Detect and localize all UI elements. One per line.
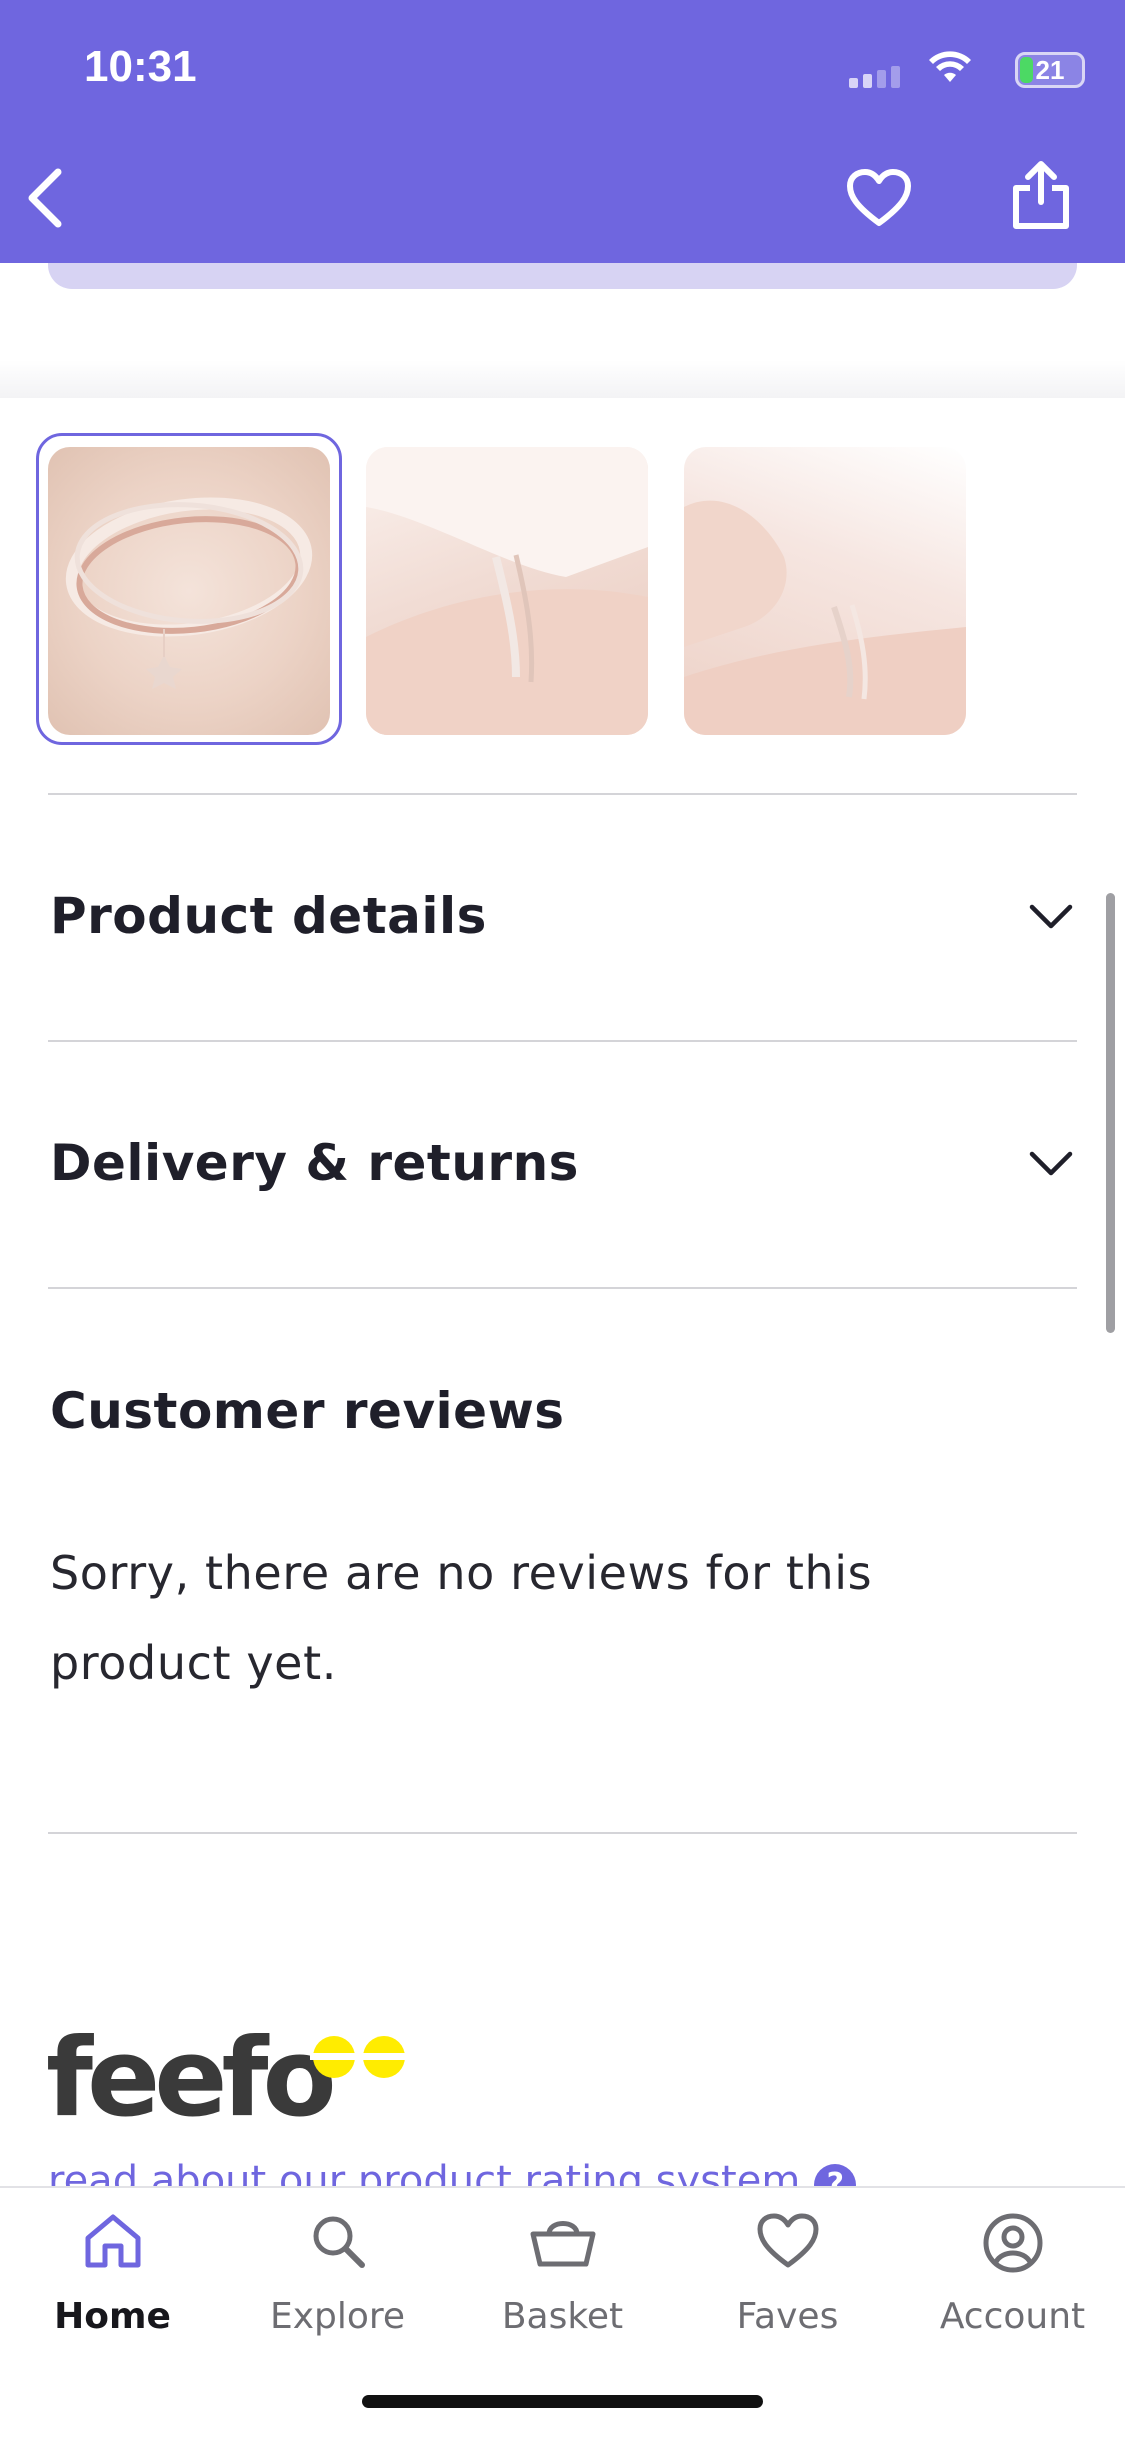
bracelet-image [65,497,313,689]
share-button[interactable] [1010,160,1072,230]
hand-image [684,500,966,735]
home-indicator[interactable] [362,2395,763,2408]
feefo-eyes-icon [310,2036,408,2078]
section-separator [0,360,1125,398]
product-thumbnails [36,433,1096,748]
tab-explore[interactable]: Explore [225,2188,450,2378]
tab-account[interactable]: Account [900,2188,1125,2378]
thumbnail-3[interactable] [684,447,966,735]
tab-home[interactable]: Home [0,2188,225,2378]
status-time: 10:31 [84,42,197,91]
banner-edge [48,263,1077,289]
tab-home-label: Home [54,2296,171,2337]
battery-level: 21 [1035,55,1065,85]
account-icon [983,2213,1042,2273]
delivery-returns-title: Delivery & returns [50,1134,579,1192]
battery-icon: 21 [1015,52,1085,88]
home-icon [85,2214,140,2268]
status-icons: 21 [785,44,1085,88]
chevron-down-icon [1029,1151,1073,1176]
divider [48,1287,1077,1289]
feefo-logo: feefo [46,2016,408,2141]
tab-basket[interactable]: Basket [450,2188,675,2378]
thumbnail-2[interactable] [366,447,648,735]
heart-icon [757,2213,818,2268]
divider [48,1832,1077,1834]
tab-account-label: Account [939,2296,1086,2337]
tab-explore-label: Explore [269,2296,406,2337]
basket-icon [530,2221,595,2267]
wifi-icon [929,51,971,82]
no-reviews-message: Sorry, there are no reviews for this pro… [50,1546,873,1690]
tab-faves-label: Faves [736,2296,839,2337]
back-button[interactable] [22,166,68,230]
scrollbar[interactable] [1106,893,1115,1333]
top-app-bar: 10:31 21 [0,0,1125,263]
feefo-logo-text: feefo [46,2016,337,2141]
tab-basket-label: Basket [501,2296,624,2337]
chevron-down-icon [1029,904,1073,929]
favourite-button[interactable] [846,168,912,228]
tab-faves[interactable]: Faves [675,2188,900,2378]
product-details-title: Product details [50,887,487,945]
wrist-image [366,447,648,735]
search-icon [313,2216,365,2268]
customer-reviews-title: Customer reviews [50,1382,565,1440]
cellular-signal-icon [849,66,905,93]
delivery-returns-row[interactable]: Delivery & returns [0,1042,1125,1288]
thumbnail-1[interactable] [48,447,330,735]
product-details-row[interactable]: Product details [0,795,1125,1041]
